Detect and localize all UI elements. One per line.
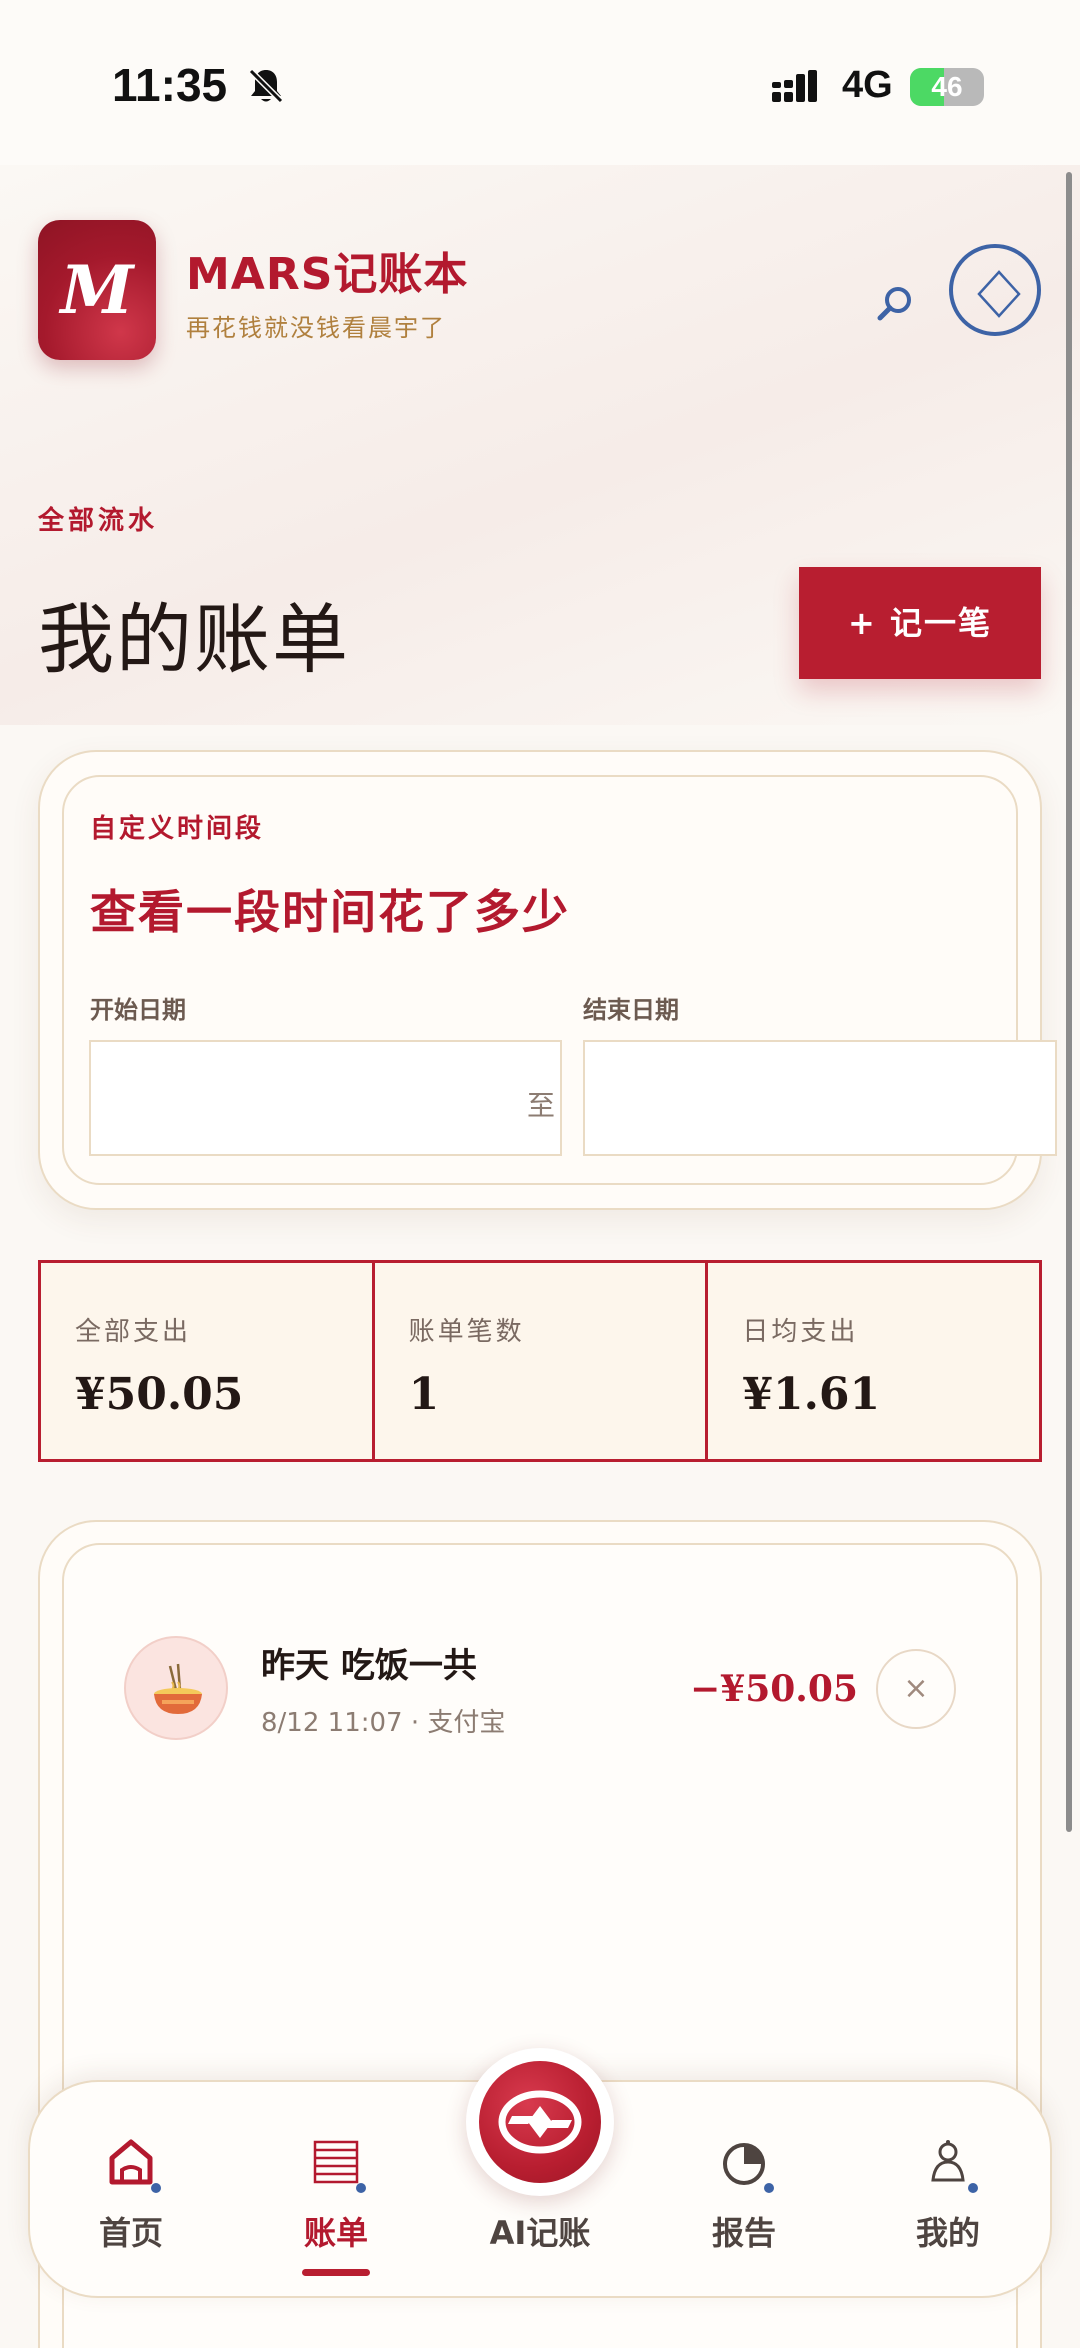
stat-label: 日均支出 xyxy=(742,1317,859,1347)
diamond-icon xyxy=(977,270,1021,318)
tab-bills[interactable]: 账单 xyxy=(261,2120,411,2290)
tab-label: 账单 xyxy=(303,2214,368,2252)
tab-label: 报告 xyxy=(711,2214,776,2252)
start-date-input[interactable] xyxy=(89,1040,562,1156)
noodle-bowl-icon xyxy=(124,1636,228,1740)
app-logo-letter: M xyxy=(60,251,134,329)
tab-home[interactable]: 首页 xyxy=(56,2120,206,2290)
start-date-label: 开始日期 xyxy=(90,996,186,1024)
tab-label: 我的 xyxy=(915,2214,980,2252)
page-title: 我的账单 xyxy=(38,595,350,684)
network-label: 4G xyxy=(842,64,893,106)
section-kicker: 全部流水 xyxy=(38,506,159,536)
signal-icon xyxy=(772,70,828,108)
date-separator: 至 xyxy=(527,1089,556,1122)
add-record-button[interactable]: + 记一笔 xyxy=(799,567,1041,679)
user-icon xyxy=(931,2140,978,2193)
search-icon[interactable] xyxy=(874,282,918,330)
stat-bill-count: 账单笔数 1 xyxy=(375,1263,709,1459)
stat-value: ¥1.61 xyxy=(742,1369,881,1420)
ai-logo-icon xyxy=(479,2061,601,2183)
battery-indicator: 46 xyxy=(910,68,984,106)
scrollbar[interactable] xyxy=(1066,172,1072,1832)
pie-chart-icon xyxy=(723,2143,774,2193)
summary-stats: 全部支出 ¥50.05 账单笔数 1 日均支出 ¥1.61 xyxy=(38,1260,1042,1462)
date-range-title: 查看一段时间花了多少 xyxy=(90,885,570,939)
bill-list-icon xyxy=(313,2140,366,2193)
tab-profile[interactable]: 我的 xyxy=(873,2120,1023,2290)
date-range-kicker: 自定义时间段 xyxy=(90,814,265,844)
transaction-meta: 8/12 11:07 · 支付宝 xyxy=(261,1708,506,1738)
delete-transaction-button[interactable]: × xyxy=(876,1649,956,1729)
status-time: 11:35 xyxy=(112,59,228,111)
close-icon: × xyxy=(903,1671,929,1706)
end-date-label: 结束日期 xyxy=(583,996,679,1024)
app-name: MARS记账本 xyxy=(186,249,469,300)
ai-bookkeeping-label: AI记账 xyxy=(489,2214,591,2252)
stat-value: 1 xyxy=(408,1369,440,1420)
stat-label: 账单笔数 xyxy=(408,1317,525,1347)
home-icon xyxy=(109,2139,161,2193)
stat-total-expense: 全部支出 ¥50.05 xyxy=(41,1263,375,1459)
stat-daily-average: 日均支出 ¥1.61 xyxy=(708,1263,1039,1459)
app-logo[interactable]: M xyxy=(38,220,156,360)
bell-muted-icon xyxy=(246,66,286,110)
stat-value: ¥50.05 xyxy=(75,1369,244,1420)
tab-report[interactable]: 报告 xyxy=(669,2120,819,2290)
transaction-title[interactable]: 昨天 吃饭一共 xyxy=(261,1638,477,1687)
battery-level: 46 xyxy=(931,71,963,102)
end-date-input[interactable] xyxy=(583,1040,1057,1156)
ai-bookkeeping-button[interactable] xyxy=(466,2048,614,2196)
status-bar: 11:35 4G 46 xyxy=(0,0,1080,165)
stat-label: 全部支出 xyxy=(75,1317,192,1347)
premium-button[interactable] xyxy=(949,244,1041,336)
app-slogan: 再花钱就没钱看晨宇了 xyxy=(186,314,446,342)
tab-label: 首页 xyxy=(98,2214,163,2252)
transaction-amount: −¥50.05 xyxy=(690,1668,858,1710)
active-tab-indicator xyxy=(302,2269,370,2276)
